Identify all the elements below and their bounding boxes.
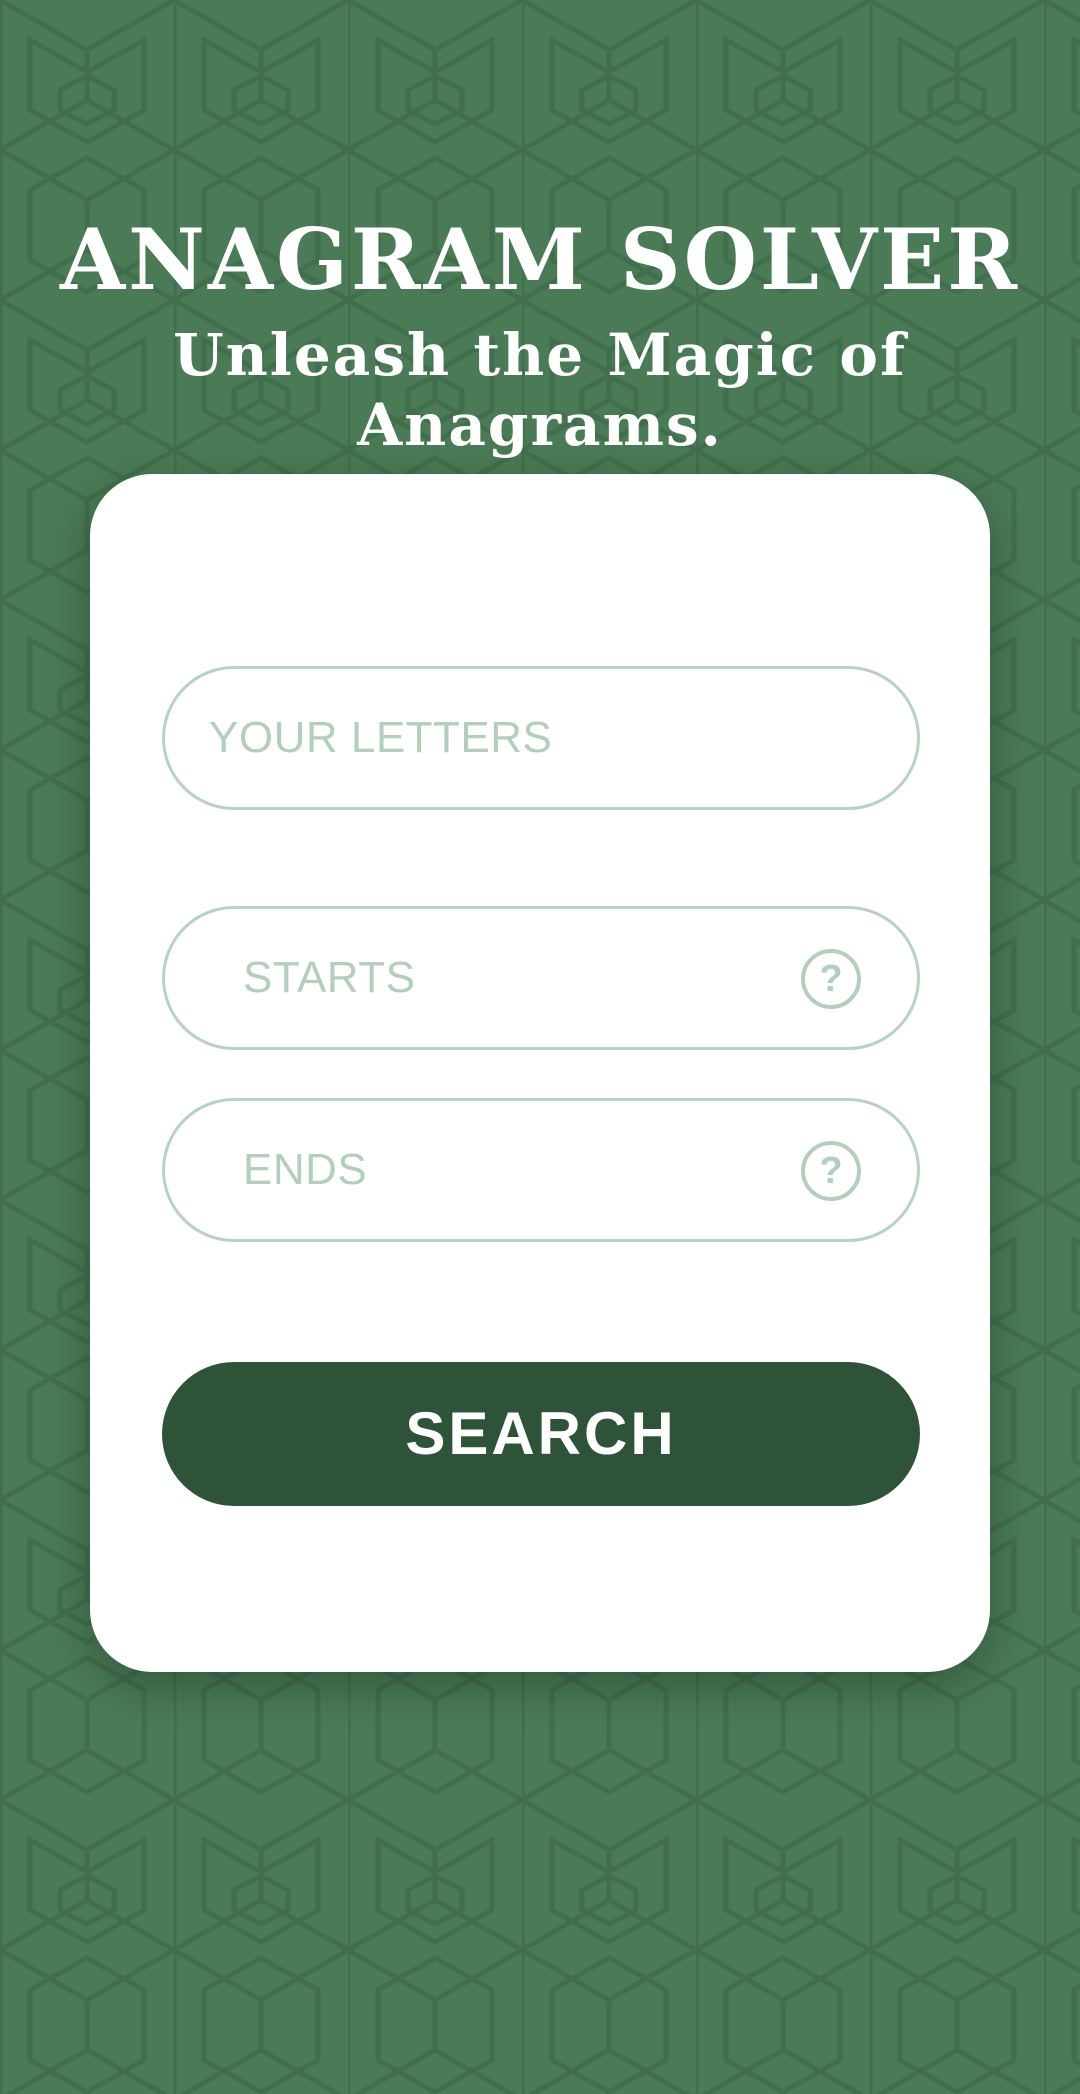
page-subtitle: Unleash the Magic of Anagrams.	[173, 321, 907, 459]
your-letters-placeholder: YOUR LETTERS	[209, 713, 553, 762]
your-letters-input[interactable]: YOUR LETTERS	[162, 666, 920, 810]
question-circle-icon[interactable]: ?	[801, 1141, 861, 1201]
starts-placeholder: STARTS	[243, 953, 416, 1002]
starts-input[interactable]: STARTS ?	[162, 906, 920, 1050]
ends-placeholder: ENDS	[243, 1145, 368, 1194]
search-button[interactable]: SEARCH	[162, 1362, 920, 1506]
search-card: YOUR LETTERS STARTS ? ENDS ? SEARCH	[90, 474, 990, 1672]
ends-input[interactable]: ENDS ?	[162, 1098, 920, 1242]
page-title: ANAGRAM SOLVER	[59, 210, 1020, 309]
question-circle-icon[interactable]: ?	[801, 949, 861, 1009]
header: ANAGRAM SOLVER Unleash the Magic of Anag…	[0, 210, 1080, 460]
